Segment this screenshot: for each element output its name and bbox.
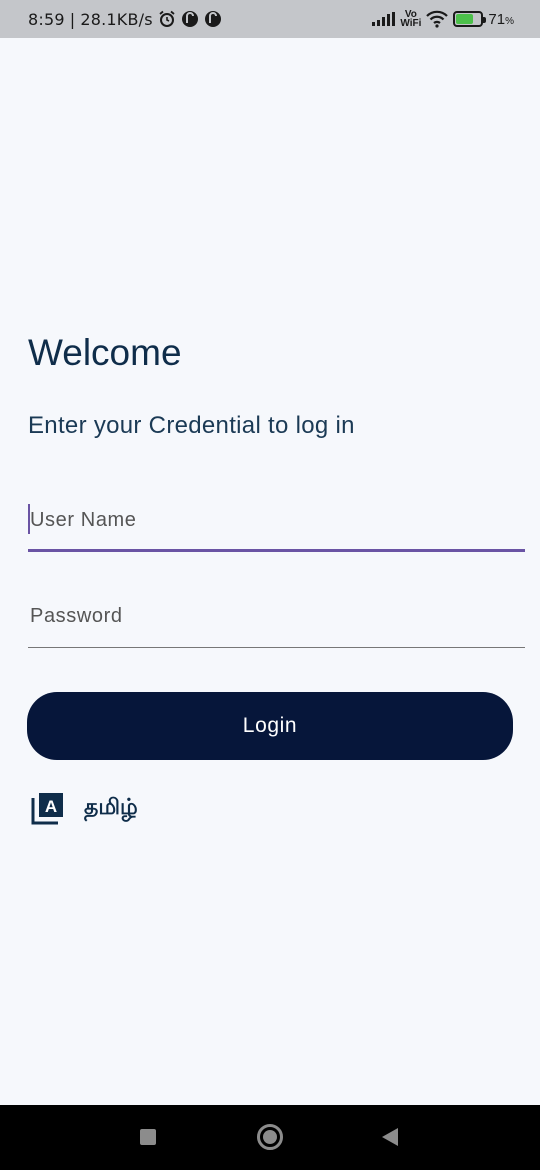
status-bar: 8:59 | 28.1KB/s Vo WiFi 71% [0, 0, 540, 38]
back-button[interactable] [382, 1128, 398, 1146]
battery-percent-unit: % [505, 15, 514, 27]
username-input[interactable] [28, 494, 525, 552]
login-subtitle: Enter your Credential to log in [28, 412, 355, 439]
status-separator: | [69, 9, 76, 29]
text-caret [28, 504, 30, 534]
status-left: 8:59 | 28.1KB/s [28, 10, 222, 29]
language-switch[interactable]: A தமிழ் [30, 790, 138, 826]
home-button[interactable] [257, 1124, 283, 1150]
username-field[interactable] [28, 494, 525, 552]
app-notification-icon [181, 11, 198, 27]
password-underline [28, 647, 525, 648]
username-underline-focused [28, 549, 525, 552]
translate-icon[interactable]: A [30, 790, 66, 826]
vowifi-bottom: WiFi [400, 18, 422, 29]
cell-signal-icon [372, 12, 396, 26]
vowifi-icon: Vo WiFi [400, 10, 422, 29]
battery-percent: 71% [488, 11, 514, 28]
battery-icon [453, 11, 487, 27]
status-time: 8:59 [28, 9, 65, 29]
password-input[interactable] [28, 590, 525, 648]
translate-icon-letter: A [45, 797, 57, 816]
login-button[interactable]: Login [27, 692, 513, 760]
welcome-title: Welcome [28, 332, 182, 373]
battery-fill [456, 14, 474, 24]
wifi-icon [426, 10, 449, 28]
battery-percent-value: 71 [488, 10, 506, 28]
alarm-icon [159, 10, 175, 27]
password-field[interactable] [28, 590, 525, 648]
status-right: Vo WiFi 71% [372, 10, 514, 29]
recents-button[interactable] [140, 1129, 156, 1145]
navigation-bar [0, 1105, 540, 1170]
app-notification-icon-2 [204, 11, 221, 27]
language-label[interactable]: தமிழ் [84, 794, 138, 823]
network-speed: 28.1KB/s [80, 9, 153, 29]
